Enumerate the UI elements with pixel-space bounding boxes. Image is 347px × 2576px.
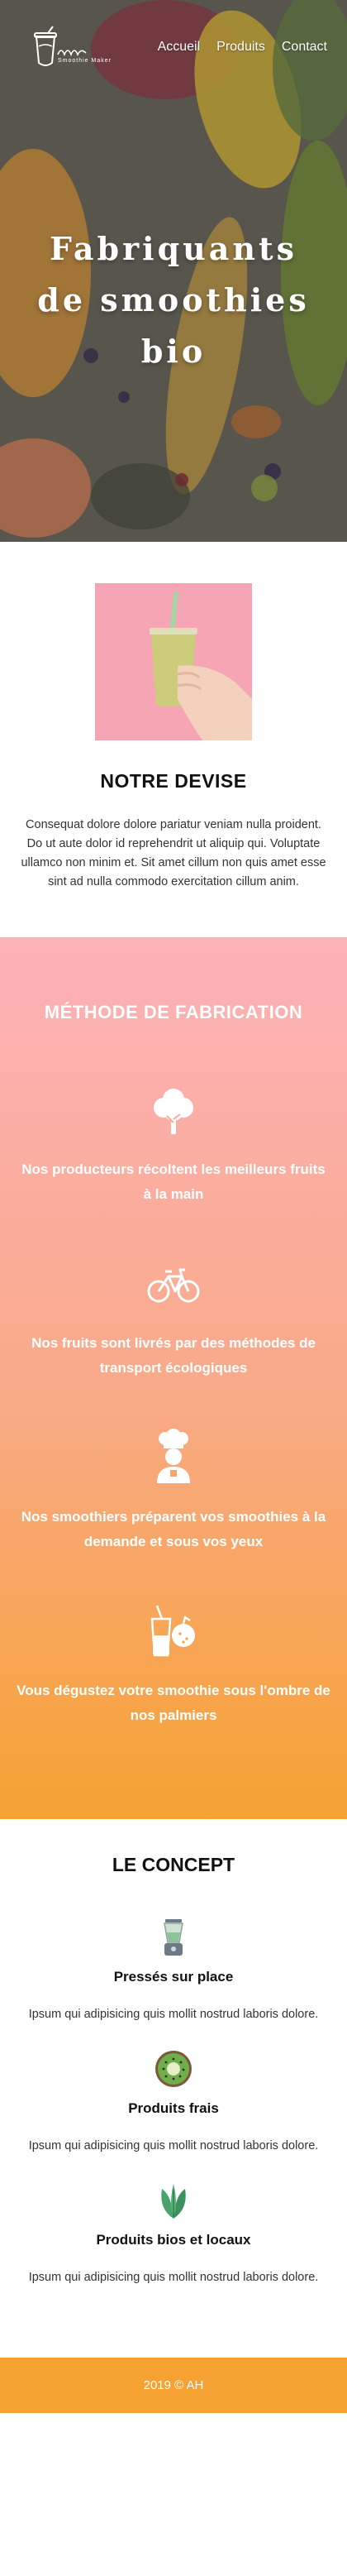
devise-text: Consequat dolore dolore pariatur veniam … bbox=[21, 818, 326, 888]
devise-title: NOTRE DEVISE bbox=[100, 770, 247, 792]
methode-section: MÉTHODE DE FABRICATION Nos producteurs r… bbox=[0, 937, 347, 1819]
concept-item-title: Produits bios et locaux bbox=[96, 2232, 251, 2248]
concept-item-title: Pressés sur place bbox=[113, 1969, 234, 1985]
chef-icon bbox=[145, 1429, 202, 1485]
methode-step: Nos producteurs récoltent les meilleurs … bbox=[17, 1081, 330, 1207]
nav-contact[interactable]: Contact bbox=[282, 40, 327, 55]
methode-step: Vous dégustez votre smoothie sous l'ombr… bbox=[17, 1602, 330, 1728]
methode-step-text: Nos producteurs récoltent les meilleurs … bbox=[21, 1161, 326, 1202]
methode-title: MÉTHODE DE FABRICATION bbox=[44, 1002, 303, 1022]
blender-icon bbox=[154, 1918, 193, 1957]
hero-section: Smoothie Maker Accueil Produits Contact … bbox=[0, 0, 347, 542]
smoothie-logo-icon bbox=[34, 26, 87, 66]
main-nav: Accueil Produits Contact bbox=[158, 40, 327, 55]
concept-item-text: Ipsum qui adipisicing quis mollit nostru… bbox=[28, 2139, 319, 2152]
concept-title: LE CONCEPT bbox=[112, 1854, 235, 1875]
tree-icon bbox=[145, 1081, 202, 1137]
concept-item: Produits bios et locaux Ipsum qui adipis… bbox=[20, 2181, 327, 2287]
concept-item-text: Ipsum qui adipisicing quis mollit nostru… bbox=[28, 2271, 319, 2284]
concept-item-text: Ipsum qui adipisicing quis mollit nostru… bbox=[28, 2008, 319, 2021]
logo[interactable]: Smoothie Maker bbox=[30, 25, 111, 71]
kiwi-icon bbox=[154, 2049, 193, 2089]
leaf-icon bbox=[154, 2181, 193, 2220]
drink-icon bbox=[145, 1602, 202, 1659]
methode-step-text: Vous dégustez votre smoothie sous l'ombr… bbox=[17, 1683, 330, 1723]
concept-section: LE CONCEPT Pressés sur place Ipsum qui a… bbox=[0, 1819, 347, 2358]
hero-title: Fabriquants de smoothies bio bbox=[37, 230, 310, 370]
nav-accueil[interactable]: Accueil bbox=[158, 40, 201, 55]
concept-item-title: Produits frais bbox=[128, 2100, 219, 2116]
logo-text: Smoothie Maker bbox=[58, 58, 112, 64]
smoothie-hand-image bbox=[95, 583, 252, 740]
methode-step: Nos smoothiers préparent vos smoothies à… bbox=[17, 1429, 330, 1554]
bicycle-icon bbox=[145, 1255, 202, 1311]
methode-step: Nos fruits sont livrés par des méthodes … bbox=[17, 1255, 330, 1381]
methode-step-text: Nos fruits sont livrés par des méthodes … bbox=[31, 1335, 316, 1376]
site-footer: 2019 © AH bbox=[0, 2358, 347, 2413]
concept-item: Produits frais Ipsum qui adipisicing qui… bbox=[20, 2049, 327, 2156]
concept-item: Pressés sur place Ipsum qui adipisicing … bbox=[20, 1918, 327, 2024]
site-header: Smoothie Maker Accueil Produits Contact bbox=[0, 0, 347, 91]
nav-produits[interactable]: Produits bbox=[216, 40, 265, 55]
methode-step-text: Nos smoothiers préparent vos smoothies à… bbox=[21, 1509, 326, 1549]
footer-copyright: 2019 © AH bbox=[143, 2378, 204, 2392]
devise-section: NOTRE DEVISE Consequat dolore dolore par… bbox=[0, 542, 347, 937]
